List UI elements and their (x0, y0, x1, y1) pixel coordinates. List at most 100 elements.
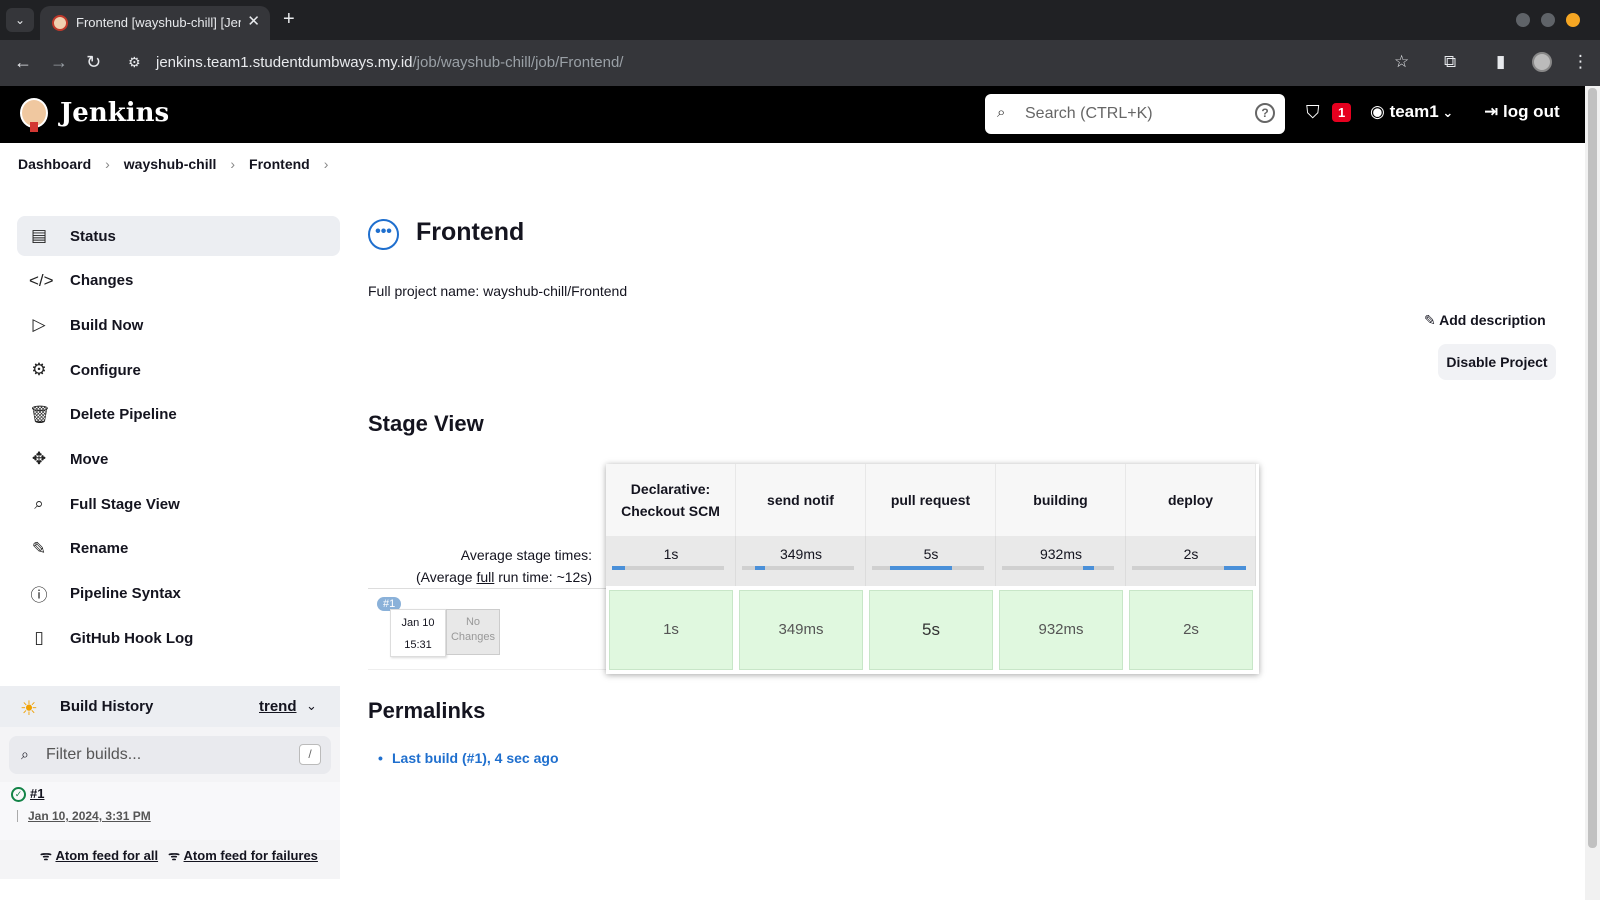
atom-feeds: ᯤ Atom feed for all ᯤ Atom feed for fail… (40, 846, 318, 864)
jenkins-header: Jenkins ⌕ Search (CTRL+K) ? ⛉ 1 ◉ team1 … (0, 86, 1585, 143)
breadcrumb-job[interactable]: Frontend (249, 156, 310, 172)
stage-result-cell[interactable]: 2s (1129, 590, 1253, 670)
user-menu[interactable]: ◉ team1 ⌄ (1370, 102, 1453, 122)
browser-tab[interactable]: Frontend [wayshub-chill] [Jenkins] ✕ (40, 6, 270, 40)
sidebar-item-status[interactable]: ▤ Status (17, 216, 340, 256)
rss-icon: ᯤ (40, 848, 56, 863)
url-field[interactable]: jenkins.team1.studentdumbways.my.id/job/… (156, 54, 623, 71)
filter-builds-input[interactable]: ⌕ Filter builds... / (9, 736, 331, 774)
stage-column: building 932ms 932ms (996, 464, 1126, 674)
stage-average: 2s (1126, 536, 1256, 586)
maximize-button[interactable] (1541, 13, 1555, 27)
clipboard-icon: ▯ (34, 628, 44, 648)
stage-average-bar (1002, 566, 1114, 570)
page-scrollbar[interactable] (1585, 86, 1600, 900)
stage-view-table: Declarative: Checkout SCM 1s 1s send notif 3… (606, 464, 1259, 674)
sidebar-item-rename[interactable]: ✎ Rename (17, 529, 340, 569)
breadcrumb-dashboard[interactable]: Dashboard (18, 156, 91, 172)
browser-tab-bar: ⌄ Frontend [wayshub-chill] [Jenkins] ✕ + (0, 0, 1600, 40)
stage-average: 5s (866, 536, 996, 586)
breadcrumb-separator-icon: › (105, 156, 110, 172)
rss-icon: ᯤ (168, 848, 184, 863)
build-row[interactable]: ✓ #1 Jan 10, 2024, 3:31 PM (0, 782, 340, 840)
sidebar-item-full-stage-view[interactable]: ⌕ Full Stage View (17, 484, 340, 524)
build-history-title: Build History (60, 698, 154, 715)
sidebar-item-changes[interactable]: </> Changes (17, 261, 340, 301)
address-bar: ← → ↻ ⚙ jenkins.team1.studentdumbways.my… (0, 40, 1600, 86)
back-icon[interactable]: ← (14, 52, 32, 72)
side-panel-icon[interactable]: ▮ (1496, 52, 1505, 72)
bookmark-star-icon[interactable]: ☆ (1394, 52, 1409, 72)
sidebar-item-pipeline-syntax[interactable]: ⓘ Pipeline Syntax (17, 574, 340, 614)
gear-icon: ⚙ (31, 360, 47, 380)
search-icon: ⌕ (34, 494, 44, 514)
build-history-panel: ☀ Build History trend ⌄ ⌕ Filter builds.… (0, 686, 340, 879)
stage-result-cell[interactable]: 5s (869, 590, 993, 670)
profile-avatar[interactable] (1532, 52, 1552, 72)
search-box[interactable]: ⌕ Search (CTRL+K) ? (985, 94, 1285, 134)
browser-menu-icon[interactable]: ⋮ (1572, 52, 1589, 72)
stage-average: 1s (606, 536, 736, 586)
new-tab-button[interactable]: + (283, 8, 295, 30)
stage-result-cell[interactable]: 1s (609, 590, 733, 670)
chevron-down-icon[interactable]: ⌄ (306, 698, 317, 714)
disable-project-button[interactable]: Disable Project (1438, 344, 1556, 380)
build-number-link[interactable]: #1 (30, 786, 44, 801)
logout-icon: ⇥ (1484, 102, 1503, 121)
feed-all-link[interactable]: ᯤ Atom feed for all (40, 846, 158, 864)
build-date-link[interactable]: Jan 10, 2024, 3:31 PM (28, 809, 151, 823)
reload-icon[interactable]: ↻ (86, 52, 101, 72)
stage-header: send notif (736, 464, 866, 536)
move-icon: ✥ (31, 449, 47, 469)
brand-title[interactable]: Jenkins (60, 98, 169, 128)
keyboard-shortcut-hint: / (299, 744, 321, 765)
extensions-icon[interactable]: ⧉ (1444, 52, 1456, 72)
stage-column: Declarative: Checkout SCM 1s 1s (606, 464, 736, 674)
help-icon[interactable]: ? (1255, 103, 1275, 123)
sidebar-item-delete-pipeline[interactable]: 🗑 Delete Pipeline (17, 395, 340, 435)
stage-average-value: 932ms (1039, 546, 1083, 562)
sidebar-item-build-now[interactable]: ▷ Build Now (17, 305, 340, 345)
site-info-icon[interactable]: ⚙ (128, 52, 141, 72)
permalinks-heading: Permalinks (368, 698, 486, 723)
help-icon: ⓘ (30, 586, 48, 605)
security-shield-icon[interactable]: ⛉ (1306, 102, 1320, 123)
search-input[interactable]: Search (CTRL+K) (1025, 105, 1153, 123)
sidebar-item-github-hook-log[interactable]: ▯ GitHub Hook Log (17, 618, 340, 658)
stage-result-cell[interactable]: 932ms (999, 590, 1123, 670)
permalink-last-build[interactable]: Last build (#1), 4 sec ago (378, 750, 558, 766)
weather-sunny-icon: ☀ (20, 698, 38, 720)
forward-icon[interactable]: → (50, 52, 68, 72)
feed-failures-link[interactable]: ᯤ Atom feed for failures (168, 846, 318, 864)
run-changes-box[interactable]: No Changes (446, 609, 500, 655)
add-description-button[interactable]: ✎ Add description (1424, 312, 1546, 329)
jenkins-logo-icon[interactable] (18, 94, 50, 134)
stage-header: pull request (866, 464, 996, 536)
sidebar-item-move[interactable]: ✥ Move (17, 439, 340, 479)
trend-link[interactable]: trend (259, 698, 297, 715)
build-history-header: ☀ Build History trend ⌄ (0, 686, 340, 727)
stage-column: send notif 349ms 349ms (736, 464, 866, 674)
stage-result-cell[interactable]: 349ms (739, 590, 863, 670)
stage-header: Declarative: Checkout SCM (606, 464, 736, 536)
page-title: Frontend (416, 218, 525, 246)
tab-search-button[interactable]: ⌄ (6, 8, 34, 32)
jenkins-favicon-icon (52, 15, 68, 31)
breadcrumb: Dashboard › wayshub-chill › Frontend › (18, 156, 328, 172)
full-project-name: Full project name: wayshub-chill/Fronten… (368, 283, 628, 299)
stage-average-value: 349ms (779, 546, 823, 562)
close-window-button[interactable] (1566, 13, 1580, 27)
breadcrumb-folder[interactable]: wayshub-chill (124, 156, 217, 172)
breadcrumb-separator-icon: › (323, 156, 329, 172)
user-icon: ◉ (1370, 102, 1390, 121)
sidebar-item-configure[interactable]: ⚙ Configure (17, 350, 340, 390)
side-panel: ▤ Status </> Changes ▷ Build Now ⚙ Configure… (17, 216, 340, 663)
minimize-button[interactable] (1516, 13, 1530, 27)
run-date-box: Jan 10 15:31 (390, 609, 446, 657)
close-tab-icon[interactable]: ✕ (247, 12, 260, 30)
average-stage-times-label: Average stage times: (Average full run t… (415, 547, 592, 585)
alert-badge[interactable]: 1 (1332, 103, 1352, 122)
stage-header: building (996, 464, 1126, 536)
logout-link[interactable]: ⇥ log out (1484, 102, 1560, 122)
stage-column: deploy 2s 2s (1126, 464, 1256, 674)
